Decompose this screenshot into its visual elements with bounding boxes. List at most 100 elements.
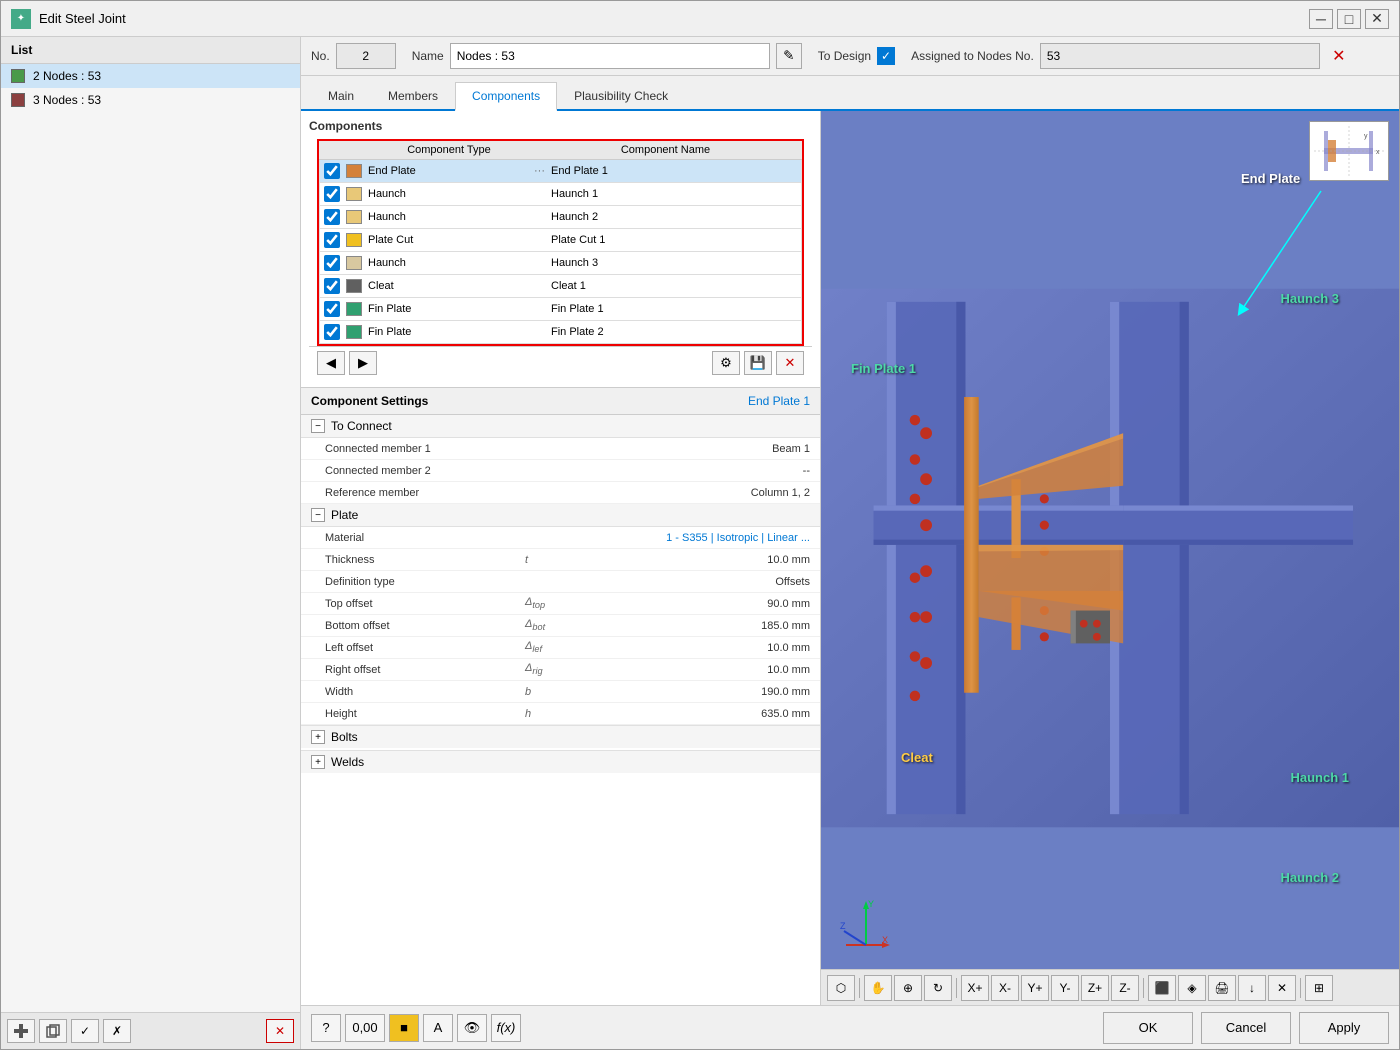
cancel-button[interactable]: Cancel — [1201, 1012, 1291, 1044]
apply-button[interactable]: Apply — [1299, 1012, 1389, 1044]
comp-row[interactable]: Haunch ··· Haunch 1 — [319, 183, 802, 206]
view-xm-button[interactable]: X- — [991, 975, 1019, 1001]
to-design-checkbox[interactable]: ✓ — [877, 47, 895, 65]
thickness-value: 10.0 mm — [575, 554, 810, 566]
view-zoom-button[interactable]: ⊕ — [894, 975, 922, 1001]
no-label: No. — [311, 49, 330, 63]
formula-button[interactable]: f(x) — [491, 1014, 521, 1042]
view-xp-button[interactable]: X+ — [961, 975, 989, 1001]
bottom-offset-label: Bottom offset — [325, 620, 525, 632]
comp-checkbox-5[interactable] — [324, 255, 340, 271]
help-button[interactable]: ? — [311, 1014, 341, 1042]
tab-main[interactable]: Main — [311, 82, 371, 109]
comp-checkbox-4[interactable] — [324, 232, 340, 248]
comp-checkbox-7[interactable] — [324, 301, 340, 317]
comp-name-5: Haunch 3 — [551, 257, 797, 269]
comp-row[interactable]: Plate Cut ··· Plate Cut 1 — [319, 229, 802, 252]
list-item-label: 3 Nodes : 53 — [33, 93, 101, 107]
view-3d-button[interactable]: ◈ — [1178, 975, 1206, 1001]
ok-button[interactable]: OK — [1103, 1012, 1193, 1044]
view-zm-button[interactable]: Z- — [1111, 975, 1139, 1001]
no-input[interactable] — [336, 43, 396, 69]
comp-color-8 — [346, 325, 362, 339]
comp-row[interactable]: Fin Plate ··· Fin Plate 2 — [319, 321, 802, 344]
comp-row[interactable]: Haunch ··· Haunch 3 — [319, 252, 802, 275]
name-input[interactable] — [450, 43, 770, 69]
right-panel: No. Name ✎ To Design ✓ Assigned to Nodes… — [301, 37, 1399, 1049]
tab-plausibility[interactable]: Plausibility Check — [557, 82, 685, 109]
list-item-label: 2 Nodes : 53 — [33, 69, 101, 83]
main-content: List 2 Nodes : 53 3 Nodes : 53 ✓ — [1, 37, 1399, 1049]
comp-checkbox-2[interactable] — [324, 186, 340, 202]
bolts-row[interactable]: + Bolts — [301, 725, 820, 748]
connected-member1-label: Connected member 1 — [325, 443, 525, 455]
comp-row[interactable]: Fin Plate ··· Fin Plate 1 — [319, 298, 802, 321]
close-button[interactable]: ✕ — [1365, 9, 1389, 29]
comp-checkbox-6[interactable] — [324, 278, 340, 294]
to-connect-label: To Connect — [331, 419, 392, 433]
view-rotate-button[interactable]: ↻ — [924, 975, 952, 1001]
right-offset-value: 10.0 mm — [575, 664, 810, 676]
edit-name-button[interactable]: ✎ — [776, 43, 802, 69]
assigned-input[interactable] — [1040, 43, 1320, 69]
comp-checkbox-8[interactable] — [324, 324, 340, 340]
view-close-button[interactable]: ✕ — [1268, 975, 1296, 1001]
view-select-button[interactable]: ⬡ — [827, 975, 855, 1001]
uncheck-button[interactable]: ✗ — [103, 1019, 131, 1043]
tab-components[interactable]: Components — [455, 82, 557, 111]
plate-group: − Plate Material 1 - S355 | Isotropic | … — [301, 504, 820, 725]
thickness-label: Thickness — [325, 554, 525, 566]
comp-prev-button[interactable]: ◀ — [317, 351, 345, 375]
comp-delete-button[interactable]: ✕ — [776, 351, 804, 375]
comp-checkbox-3[interactable] — [324, 209, 340, 225]
comp-checkbox-1[interactable] — [324, 163, 340, 179]
view-ym-button[interactable]: Y- — [1051, 975, 1079, 1001]
comp-save-button[interactable]: 💾 — [744, 351, 772, 375]
list-items: 2 Nodes : 53 3 Nodes : 53 — [1, 64, 300, 1012]
comp-row[interactable]: Cleat ··· Cleat 1 — [319, 275, 802, 298]
settings-section: Component Settings End Plate 1 − To Conn… — [301, 387, 820, 773]
bottom-right-buttons: OK Cancel Apply — [1103, 1012, 1389, 1044]
to-connect-toggle[interactable]: − — [311, 419, 325, 433]
text-button[interactable]: A — [423, 1014, 453, 1042]
bolts-toggle[interactable]: + — [311, 730, 325, 744]
view-zp-button[interactable]: Z+ — [1081, 975, 1109, 1001]
visibility-button[interactable]: 👁 — [457, 1014, 487, 1042]
view-pan-button[interactable]: ✋ — [864, 975, 892, 1001]
material-value[interactable]: 1 - S355 | Isotropic | Linear ... — [575, 532, 810, 544]
copy-list-button[interactable] — [39, 1019, 67, 1043]
view-layers-button[interactable]: ⬛ — [1148, 975, 1176, 1001]
units-button[interactable]: 0,00 — [345, 1014, 385, 1042]
components-table-wrapper: Component Type Component Name End Plate … — [317, 139, 804, 346]
view-expand-button[interactable]: ⊞ — [1305, 975, 1333, 1001]
maximize-button[interactable]: □ — [1337, 9, 1361, 29]
bottom-offset-symbol: Δbot — [525, 618, 575, 632]
comp-next-button[interactable]: ▶ — [349, 351, 377, 375]
comp-row[interactable]: End Plate ··· End Plate 1 — [319, 160, 802, 183]
check-button[interactable]: ✓ — [71, 1019, 99, 1043]
plate-header[interactable]: − Plate — [301, 504, 820, 527]
tab-members[interactable]: Members — [371, 82, 455, 109]
comp-tool-button[interactable]: ⚙ — [712, 351, 740, 375]
to-connect-header[interactable]: − To Connect — [301, 415, 820, 438]
delete-list-button[interactable]: ✕ — [266, 1019, 294, 1043]
view-pane: End Plate Fin Plate 1 Haunch 3 Cleat Hau — [821, 111, 1399, 1005]
assigned-label: Assigned to Nodes No. — [911, 49, 1034, 63]
comp-row[interactable]: Haunch ··· Haunch 2 — [319, 206, 802, 229]
view-arrow-button[interactable]: ↓ — [1238, 975, 1266, 1001]
comp-name-2: Haunch 1 — [551, 188, 797, 200]
color-button[interactable]: ■ — [389, 1014, 419, 1042]
definition-type-value: Offsets — [575, 576, 810, 588]
minimize-button[interactable]: ─ — [1309, 9, 1333, 29]
view-print-button[interactable]: 🖨 — [1208, 975, 1236, 1001]
connected-member1-value: Beam 1 — [575, 443, 810, 455]
list-item[interactable]: 2 Nodes : 53 — [1, 64, 300, 88]
top-offset-symbol: Δtop — [525, 596, 575, 610]
list-item[interactable]: 3 Nodes : 53 — [1, 88, 300, 112]
plate-toggle[interactable]: − — [311, 508, 325, 522]
add-list-button[interactable] — [7, 1019, 35, 1043]
welds-row[interactable]: + Welds — [301, 750, 820, 773]
view-yp-button[interactable]: Y+ — [1021, 975, 1049, 1001]
welds-toggle[interactable]: + — [311, 755, 325, 769]
clear-assigned-button[interactable]: ✕ — [1326, 43, 1352, 69]
